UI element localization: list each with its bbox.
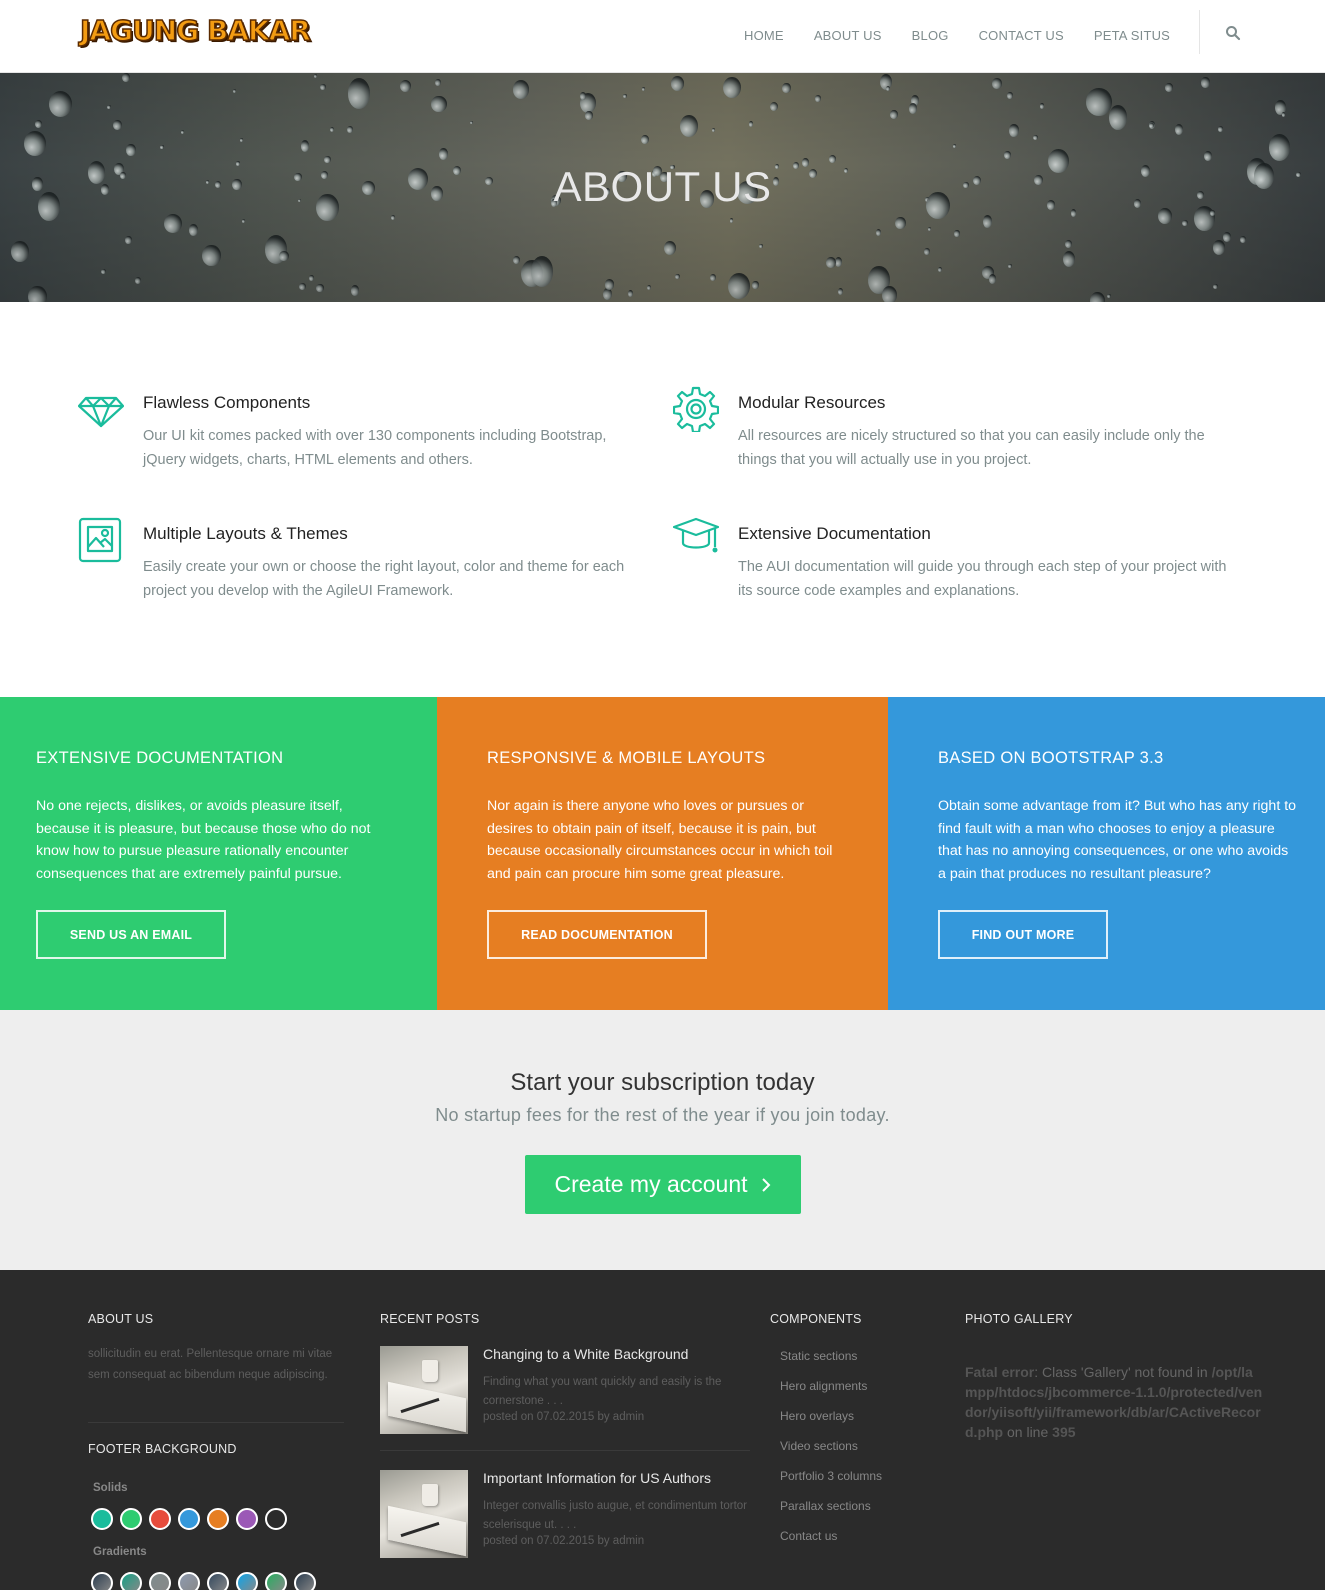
post-meta: posted on 07.02.2015 by admin: [483, 1535, 645, 1547]
post-title[interactable]: Important Information for US Authors: [483, 1470, 711, 1486]
footer-divider: [88, 1422, 344, 1423]
feature-title: Flawless Components: [143, 393, 311, 412]
recent-post[interactable]: Changing to a White Background Finding w…: [380, 1346, 750, 1456]
hero-banner: ABOUT US: [0, 73, 1325, 302]
feature-title: Modular Resources: [738, 393, 886, 412]
block-title: BASED ON BOOTSTRAP 3.3: [938, 749, 1164, 767]
post-title[interactable]: Changing to a White Background: [483, 1346, 688, 1362]
solid-color-swatch[interactable]: [265, 1508, 287, 1530]
hero-title: ABOUT US: [553, 163, 772, 210]
create-account-label: Create my account: [554, 1171, 748, 1197]
components-heading: COMPONENTS: [770, 1312, 862, 1326]
nav-divider: [1199, 10, 1200, 54]
component-link[interactable]: Hero overlays: [780, 1409, 882, 1439]
recent-post[interactable]: Important Information for US Authors Int…: [380, 1470, 750, 1580]
diamond-icon: [78, 396, 124, 428]
block-extensive-documentation: EXTENSIVE DOCUMENTATION No one rejects, …: [0, 697, 437, 1010]
post-meta: posted on 07.02.2015 by admin: [483, 1411, 645, 1423]
site-logo[interactable]: JAGUNG BAKAR: [79, 13, 311, 48]
gradient-color-swatch[interactable]: [91, 1572, 113, 1590]
image-icon: [78, 517, 122, 563]
nav-about-us[interactable]: ABOUT US: [814, 28, 882, 43]
component-link[interactable]: Static sections: [780, 1349, 882, 1379]
subscription-lead: No startup fees for the rest of the year…: [435, 1105, 890, 1125]
block-title: RESPONSIVE & MOBILE LAYOUTS: [487, 749, 766, 767]
block-text: Obtain some advantage from it? But who h…: [938, 798, 1297, 882]
post-excerpt: Finding what you want quickly and easily…: [483, 1376, 722, 1407]
component-link[interactable]: Hero alignments: [780, 1379, 882, 1409]
gradient-color-swatch[interactable]: [178, 1572, 200, 1590]
solid-color-swatch[interactable]: [149, 1508, 171, 1530]
create-account-button[interactable]: Create my account: [525, 1155, 801, 1214]
error-line: 395: [1052, 1424, 1076, 1440]
gear-icon: [673, 386, 719, 432]
footer-background-heading: FOOTER BACKGROUND: [88, 1442, 237, 1456]
gradients-label: Gradients: [93, 1546, 147, 1558]
block-title: EXTENSIVE DOCUMENTATION: [36, 749, 284, 767]
feature-text: Easily create your own or choose the rig…: [143, 559, 625, 599]
nav-home[interactable]: HOME: [744, 28, 784, 43]
subscription-section: Start your subscription today No startup…: [0, 1010, 1325, 1270]
post-excerpt: Integer convallis justo augue, et condim…: [483, 1500, 748, 1531]
gradient-color-swatch[interactable]: [294, 1572, 316, 1590]
gradient-color-swatch[interactable]: [120, 1572, 142, 1590]
main-nav: HOME ABOUT US BLOG CONTACT US PETA SITUS: [744, 28, 1200, 43]
chevron-right-icon: [761, 1177, 770, 1192]
post-thumbnail[interactable]: [380, 1470, 468, 1558]
components-list: Static sections Hero alignments Hero ove…: [780, 1349, 882, 1559]
feature-text: Our UI kit comes packed with over 130 co…: [143, 428, 607, 468]
feature-text: The AUI documentation will guide you thr…: [738, 559, 1227, 599]
gradient-swatches: [91, 1572, 316, 1590]
subscription-title: Start your subscription today: [510, 1069, 815, 1096]
footer-about-heading: ABOUT US: [88, 1312, 154, 1326]
graduation-cap-icon: [673, 517, 719, 553]
error-label: Fatal error: [965, 1364, 1035, 1380]
solid-color-swatch[interactable]: [178, 1508, 200, 1530]
solid-color-swatch[interactable]: [207, 1508, 229, 1530]
component-link[interactable]: Parallax sections: [780, 1499, 882, 1529]
gradient-color-swatch[interactable]: [149, 1572, 171, 1590]
read-documentation-button[interactable]: READ DOCUMENTATION: [487, 910, 707, 959]
solid-swatches: [91, 1508, 287, 1530]
photo-gallery-heading: PHOTO GALLERY: [965, 1312, 1073, 1326]
feature-text: All resources are nicely structured so t…: [738, 428, 1205, 468]
gallery-error-message: Fatal error: Class 'Gallery' not found i…: [965, 1362, 1265, 1442]
block-text: No one rejects, dislikes, or avoids plea…: [36, 798, 371, 882]
block-responsive-layouts: RESPONSIVE & MOBILE LAYOUTS Nor again is…: [437, 697, 888, 1010]
nav-contact-us[interactable]: CONTACT US: [979, 28, 1064, 43]
block-based-on-bootstrap: BASED ON BOOTSTRAP 3.3 Obtain some advan…: [888, 697, 1325, 1010]
feature-title: Extensive Documentation: [738, 524, 931, 543]
component-link[interactable]: Contact us: [780, 1529, 882, 1559]
footer-about-text: sollicitudin eu erat. Pellentesque ornar…: [88, 1348, 333, 1381]
nav-blog[interactable]: BLOG: [912, 28, 949, 43]
gradient-color-swatch[interactable]: [207, 1572, 229, 1590]
nav-peta-situs[interactable]: PETA SITUS: [1094, 28, 1170, 43]
solid-color-swatch[interactable]: [91, 1508, 113, 1530]
site-header: JAGUNG BAKAR HOME ABOUT US BLOG CONTACT …: [0, 0, 1325, 73]
error-message: : Class 'Gallery' not found in: [1034, 1364, 1208, 1380]
solids-label: Solids: [93, 1482, 128, 1494]
component-link[interactable]: Video sections: [780, 1439, 882, 1469]
feature-title: Multiple Layouts & Themes: [143, 524, 348, 543]
solid-color-swatch[interactable]: [120, 1508, 142, 1530]
search-icon[interactable]: [1225, 25, 1241, 41]
send-us-an-email-button[interactable]: SEND US AN EMAIL: [36, 910, 226, 959]
post-divider: [380, 1450, 750, 1451]
gradient-color-swatch[interactable]: [236, 1572, 258, 1590]
recent-posts-heading: RECENT POSTS: [380, 1312, 480, 1326]
find-out-more-button[interactable]: FIND OUT MORE: [938, 910, 1108, 959]
post-thumbnail[interactable]: [380, 1346, 468, 1434]
block-text: Nor again is there anyone who loves or p…: [487, 798, 833, 882]
solid-color-swatch[interactable]: [236, 1508, 258, 1530]
component-link[interactable]: Portfolio 3 columns: [780, 1469, 882, 1499]
gradient-color-swatch[interactable]: [265, 1572, 287, 1590]
error-line-prefix: on line: [1007, 1424, 1049, 1440]
